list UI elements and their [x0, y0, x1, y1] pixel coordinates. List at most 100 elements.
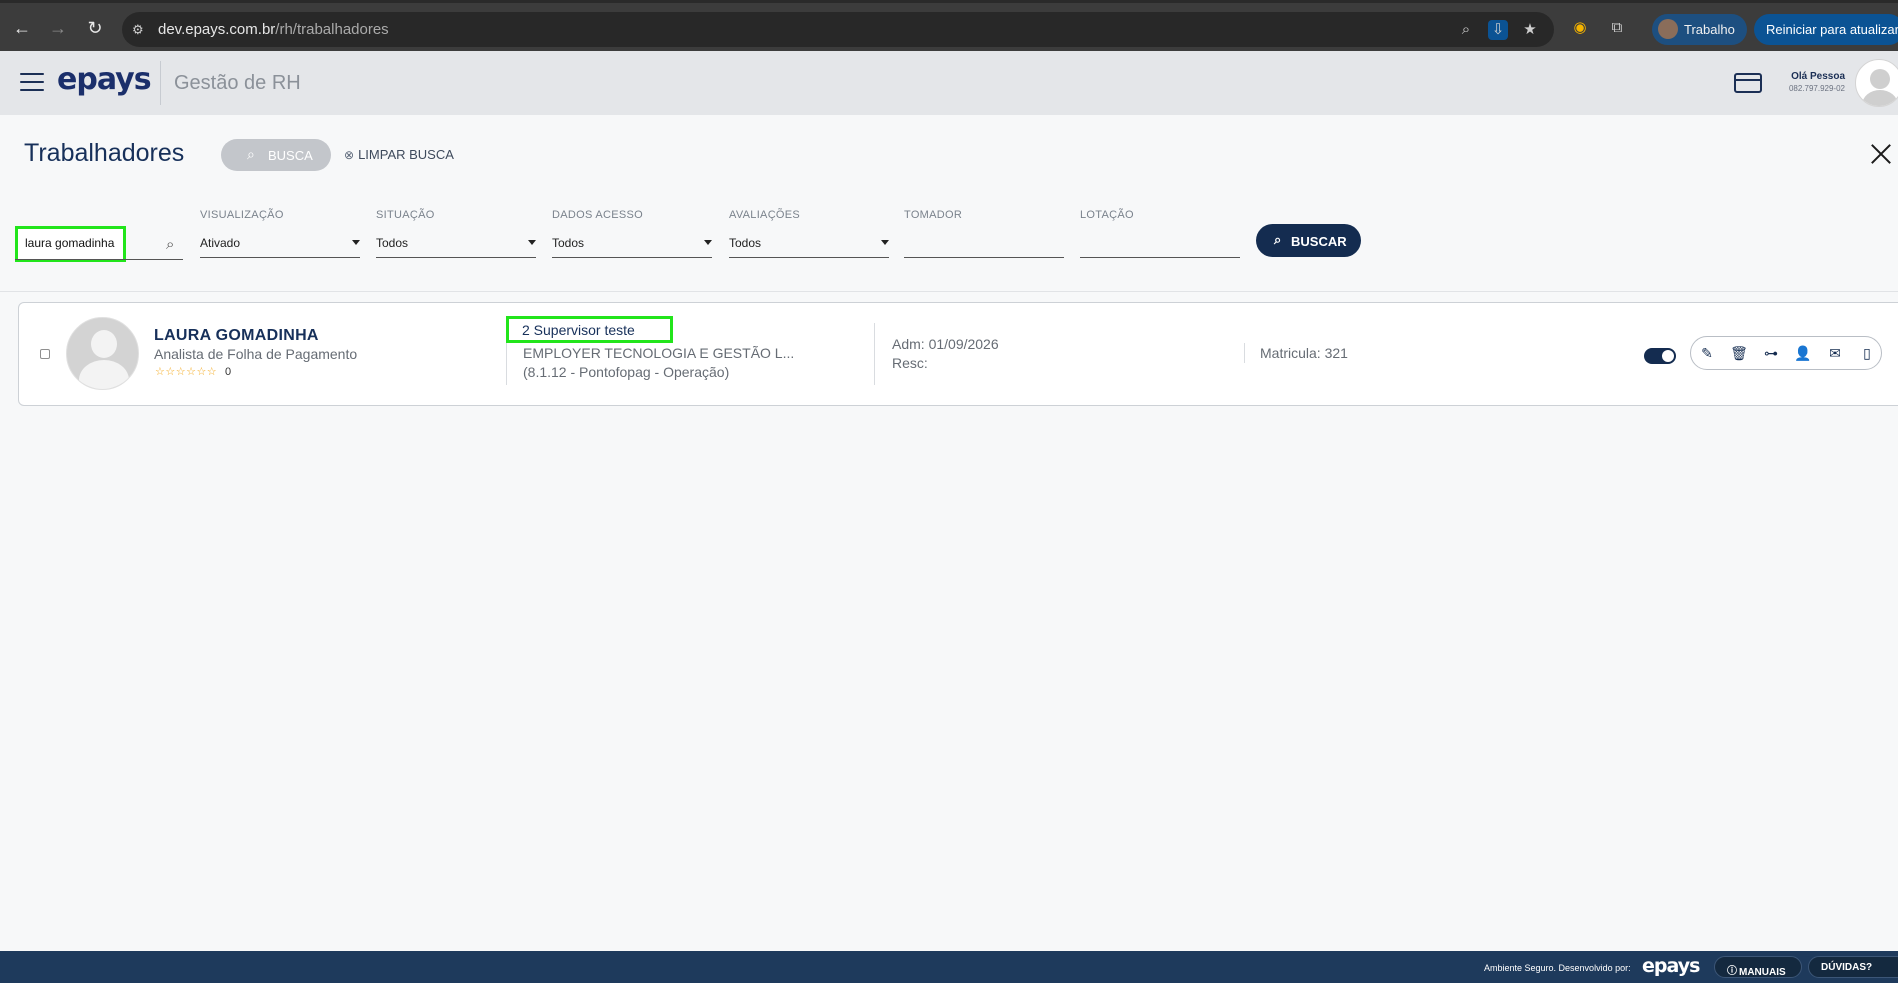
close-icon[interactable] — [1870, 143, 1892, 165]
document-icon[interactable]: ▯ — [1851, 337, 1883, 369]
filter-situacao: SITUAÇÃO Todos — [376, 209, 536, 258]
site-info-icon[interactable]: ⚙ — [132, 21, 150, 39]
search-icon: ⌕ — [247, 146, 255, 162]
situacao-select[interactable]: Todos — [376, 236, 536, 258]
admission-date: Adm: 01/09/2026 — [892, 336, 999, 352]
user-document: 082.797.929-02 — [1788, 84, 1845, 93]
filter-lotacao: LOTAÇÃO — [1080, 209, 1240, 258]
header-divider — [160, 61, 161, 105]
org-chart-icon[interactable]: ⊶ — [1755, 337, 1787, 369]
manuais-button[interactable]: ⓘ MANUAIS — [1714, 956, 1802, 978]
caret-down-icon — [881, 240, 889, 245]
browser-toolbar: ← → ↻ ⚙ dev.epays.com.br/rh/trabalhadore… — [0, 0, 1898, 51]
trash-icon[interactable]: 🗑 — [1723, 337, 1755, 369]
buscar-label: BUSCAR — [1291, 234, 1347, 249]
reload-icon[interactable]: ↻ — [83, 16, 107, 40]
extensions-puzzle-icon[interactable]: ⧉ — [1606, 17, 1628, 39]
section-divider — [0, 291, 1898, 292]
clear-circle-icon: ⊗ — [344, 148, 355, 162]
search-icon[interactable]: ⌕ — [166, 236, 174, 253]
worker-card: LAURA GOMADINHA Analista de Folha de Pag… — [18, 302, 1898, 406]
footer-developed-by: Ambiente Seguro. Desenvolvido por: — [1484, 963, 1631, 973]
edit-icon[interactable]: ✎ — [1691, 337, 1723, 369]
termination-date: Resc: — [892, 355, 928, 371]
caret-down-icon — [352, 240, 360, 245]
worker-name[interactable]: LAURA GOMADINHA — [154, 327, 319, 345]
user-avatar[interactable] — [1855, 59, 1898, 107]
manuais-text: MANUAIS — [1739, 967, 1786, 978]
filter-label: VISUALIZAÇÃO — [200, 209, 284, 221]
page-title: Trabalhadores — [24, 139, 185, 167]
profile-label: Trabalho — [1684, 22, 1735, 37]
forward-icon[interactable]: → — [46, 16, 70, 40]
company-name: EMPLOYER TECNOLOGIA E GESTÃO L... — [523, 345, 795, 361]
filter-tomador: TOMADOR — [904, 209, 1064, 258]
profile-button[interactable]: Trabalho — [1652, 14, 1747, 45]
duvidas-label: DÚVIDAS? — [1821, 962, 1873, 973]
search-underline — [15, 259, 183, 260]
extension-icon[interactable]: ◉ — [1569, 17, 1591, 39]
mail-icon[interactable]: ✉ — [1819, 337, 1851, 369]
worker-role: Analista de Folha de Pagamento — [154, 346, 358, 362]
lotacao-text: (8.1.12 - Pontofopag - Operação) — [523, 364, 730, 380]
filter-dados-acesso: DADOS ACESSO Todos — [552, 209, 712, 258]
registration-number: Matricula: 321 — [1260, 345, 1348, 361]
busca-toggle-button[interactable]: ⌕ BUSCA — [221, 139, 331, 171]
filter-label: SITUAÇÃO — [376, 209, 435, 221]
footer: Ambiente Seguro. Desenvolvido por: epays… — [0, 951, 1898, 983]
epays-logo[interactable]: epays — [57, 62, 152, 97]
select-value: Todos — [376, 236, 409, 250]
user-icon[interactable]: 👤 — [1787, 337, 1819, 369]
column-divider — [1244, 343, 1245, 363]
app-header: epays Gestão de RH Olá Pessoa 082.797.92… — [0, 51, 1898, 115]
worker-avatar — [66, 317, 139, 390]
zoom-icon[interactable]: ⌕ — [1456, 20, 1476, 40]
user-name: Olá Pessoa — [1791, 71, 1845, 82]
card-icon[interactable] — [1734, 73, 1762, 93]
clear-search-label: LIMPAR BUSCA — [358, 147, 454, 162]
caret-down-icon — [528, 240, 536, 245]
busca-label: BUSCA — [268, 148, 313, 163]
module-title: Gestão de RH — [174, 72, 301, 94]
filter-avaliacoes: AVALIAÇÕES Todos — [729, 209, 889, 258]
filter-label: TOMADOR — [904, 209, 963, 221]
select-value: Todos — [552, 236, 585, 250]
rating-count: 0 — [225, 366, 232, 378]
filter-label: AVALIAÇÕES — [729, 209, 801, 221]
filter-label: DADOS ACESSO — [552, 209, 644, 221]
bookmark-star-icon[interactable]: ★ — [1520, 20, 1540, 40]
rating-stars-icon: ☆☆☆☆☆☆ — [155, 366, 218, 378]
dados-acesso-select[interactable]: Todos — [552, 236, 712, 258]
search-icon: ⌕ — [1274, 232, 1282, 247]
active-toggle[interactable] — [1644, 348, 1676, 364]
search-input[interactable] — [25, 236, 125, 250]
avaliacoes-select[interactable]: Todos — [729, 236, 889, 258]
buscar-button[interactable]: ⌕ BUSCAR — [1256, 224, 1361, 257]
search-field-highlight — [15, 226, 126, 262]
duvidas-button[interactable]: DÚVIDAS? — [1808, 956, 1898, 978]
supervisor-link[interactable]: 2 Supervisor teste — [506, 316, 673, 343]
clear-search-button[interactable]: ⊗ LIMPAR BUSCA — [344, 147, 454, 162]
profile-avatar — [1658, 19, 1678, 39]
restart-update-label: Reiniciar para atualizar — [1766, 22, 1898, 37]
url-path: /rh/trabalhadores — [275, 21, 389, 38]
menu-icon[interactable] — [20, 73, 44, 93]
tomador-input[interactable] — [904, 236, 1064, 258]
action-group: ✎ 🗑 ⊶ 👤 ✉ ▯ — [1690, 336, 1882, 370]
install-app-icon[interactable]: ⇩ — [1488, 20, 1508, 40]
select-checkbox[interactable] — [40, 349, 50, 359]
manuais-label: ⓘ MANUAIS — [1727, 966, 1786, 978]
select-value: Todos — [729, 236, 762, 250]
back-icon[interactable]: ← — [10, 16, 34, 40]
column-divider — [874, 323, 875, 385]
footer-logo: epays — [1642, 955, 1700, 977]
filter-label: LOTAÇÃO — [1080, 209, 1134, 221]
url-text[interactable]: dev.epays.com.br/rh/trabalhadores — [158, 21, 389, 38]
address-bar[interactable]: ⚙ dev.epays.com.br/rh/trabalhadores ⌕ ⇩ … — [122, 12, 1554, 47]
restart-update-button[interactable]: Reiniciar para atualizar — [1754, 14, 1898, 45]
caret-down-icon — [704, 240, 712, 245]
lotacao-input[interactable] — [1080, 236, 1240, 258]
visualizacao-select[interactable]: Ativado — [200, 236, 360, 258]
filter-visualizacao: VISUALIZAÇÃO Ativado — [200, 209, 360, 258]
select-value: Ativado — [200, 236, 241, 250]
